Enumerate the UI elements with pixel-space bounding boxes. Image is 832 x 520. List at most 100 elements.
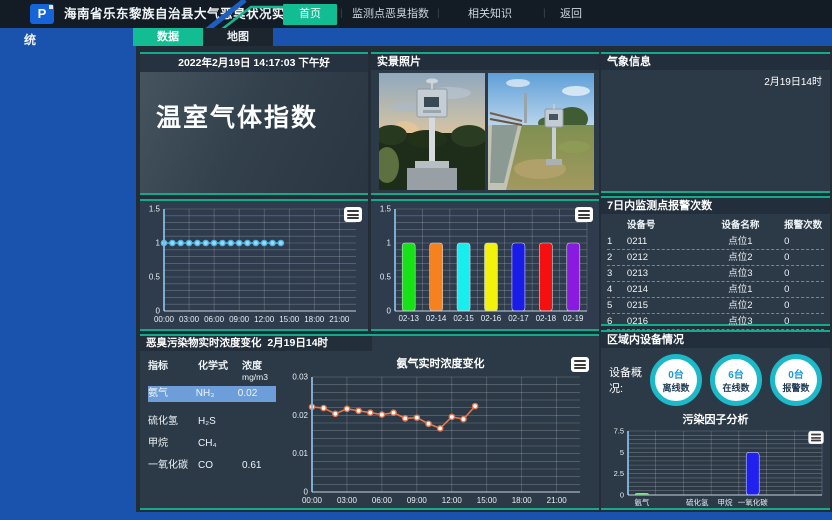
chart-toolbox-icon[interactable] (575, 207, 593, 222)
device-stats-row: 设备概况: 0台 离线数 6台 在线数 0台 报警数 (601, 348, 830, 412)
svg-text:2.5: 2.5 (614, 469, 624, 478)
svg-text:氨气: 氨气 (634, 497, 649, 506)
svg-text:06:00: 06:00 (204, 315, 225, 324)
odor-table: 指标 化学式 浓度mg/m3 氨气 NH₃ 0.02 硫化氢 H₂S 甲烷 CH… (140, 351, 282, 508)
alarm-table-header: 设备号 设备名称 报警次数 (607, 218, 824, 234)
stat-count: 0台 (788, 366, 804, 381)
nh3-chart-title: 氨气实时浓度变化 (282, 355, 599, 371)
svg-text:00:00: 00:00 (154, 315, 175, 324)
devices-panel-title: 区域内设备情况 (601, 332, 830, 348)
odor-panel: 恶臭污染物实时浓度变化 2月19日14时 指标 化学式 浓度mg/m3 氨气 N… (140, 334, 599, 510)
nav-item-home[interactable]: 首页 (283, 4, 337, 25)
svg-text:15:00: 15:00 (477, 496, 498, 505)
svg-text:0: 0 (620, 491, 624, 500)
stat-count: 6台 (728, 366, 744, 381)
alarm-panel: 7日内监测点报警次数 设备号 设备名称 报警次数 1 0211 点位1 0 2 … (601, 196, 830, 326)
chart-toolbox-icon[interactable] (344, 207, 362, 222)
index-line-chart-panel: 00.511.500:0003:0006:0009:0012:0015:0018… (140, 199, 368, 331)
tab-map[interactable]: 地图 (203, 28, 273, 46)
odor-table-row[interactable]: 硫化氢 H₂S (148, 414, 282, 430)
daily-bar-chart-panel: 00.511.502-1302-1402-1502-1602-1702-1802… (371, 199, 599, 331)
odor-chart-area: 氨气实时浓度变化 00.010.020.0300:0003:0006:0009:… (282, 351, 599, 508)
device-overview-label: 设备概况: (609, 364, 650, 396)
index-line-chart: 00.511.500:0003:0006:0009:0012:0015:0018… (140, 201, 366, 327)
stat-label: 离线数 (662, 381, 689, 394)
tab-data[interactable]: 数据 (133, 28, 203, 46)
svg-text:02-14: 02-14 (426, 314, 447, 323)
svg-text:18:00: 18:00 (512, 496, 533, 505)
current-datetime: 2022年2月19日 14:17:03 下午好 (140, 54, 368, 72)
svg-text:甲烷: 甲烷 (718, 497, 733, 506)
alarm-table-row: 5 0215 点位2 0 (607, 298, 824, 314)
top-header: P 海南省乐东黎族自治县大气恶臭状况实时发布系 首页 | 监测点恶臭指数 | 相… (0, 0, 832, 28)
svg-text:02-17: 02-17 (508, 314, 529, 323)
svg-text:0.01: 0.01 (292, 449, 308, 458)
svg-text:1: 1 (156, 239, 161, 248)
alarm-panel-title: 7日内监测点报警次数 (601, 198, 830, 214)
svg-text:02-16: 02-16 (481, 314, 502, 323)
svg-text:02-13: 02-13 (398, 314, 419, 323)
site-photo-2 (488, 73, 594, 190)
app-logo-icon: P (30, 4, 54, 24)
alarm-table: 设备号 设备名称 报警次数 1 0211 点位1 0 2 0212 点位2 0 … (601, 214, 830, 330)
svg-text:1.5: 1.5 (380, 205, 392, 214)
nav-separator: | (340, 0, 343, 28)
alarm-table-row: 4 0214 点位1 0 (607, 282, 824, 298)
weather-panel: 气象信息 2月19日14时 (601, 52, 830, 193)
chart-toolbox-icon[interactable] (808, 431, 823, 444)
svg-text:02-18: 02-18 (536, 314, 557, 323)
svg-text:06:00: 06:00 (372, 496, 393, 505)
svg-text:1: 1 (387, 239, 392, 248)
alarm-table-row: 3 0213 点位3 0 (607, 266, 824, 282)
svg-text:21:00: 21:00 (329, 315, 350, 324)
svg-text:12:00: 12:00 (442, 496, 463, 505)
svg-text:09:00: 09:00 (229, 315, 250, 324)
weather-panel-title: 气象信息 (601, 54, 830, 70)
factor-chart-title: 污染因子分析 (601, 412, 830, 428)
photos-panel: 实景照片 (371, 52, 599, 195)
stat-count: 0台 (668, 366, 684, 381)
odor-panel-title: 恶臭污染物实时浓度变化 2月19日14时 (140, 336, 372, 351)
nav-item-knowledge[interactable]: 相关知识 (468, 0, 512, 28)
svg-text:5: 5 (620, 448, 624, 457)
svg-text:02-19: 02-19 (563, 314, 584, 323)
device-stat-circle: 6台 在线数 (710, 354, 762, 406)
stat-label: 在线数 (722, 381, 749, 394)
photos-panel-title: 实景照片 (371, 54, 599, 70)
odor-table-header: 指标 化学式 浓度mg/m3 (148, 357, 282, 382)
svg-text:18:00: 18:00 (304, 315, 325, 324)
odor-table-row[interactable]: 一氧化碳 CO 0.61 (148, 458, 282, 474)
svg-text:1.5: 1.5 (149, 205, 161, 214)
devices-panel: 区域内设备情况 设备概况: 0台 离线数 6台 在线数 0台 报警数 污染因子分… (601, 330, 830, 510)
welcome-body: 温室气体指数 (140, 72, 368, 193)
svg-text:7.5: 7.5 (614, 428, 624, 436)
daily-bar-chart: 00.511.502-1302-1402-1502-1602-1702-1802… (371, 201, 597, 327)
svg-text:09:00: 09:00 (407, 496, 428, 505)
odor-table-row[interactable]: 氨气 NH₃ 0.02 (148, 386, 276, 402)
svg-text:0.02: 0.02 (292, 411, 308, 420)
header-diagonal-decoration (205, 0, 285, 28)
app-title-overflow: 统 (24, 31, 36, 48)
welcome-panel: 2022年2月19日 14:17:03 下午好 温室气体指数 (140, 52, 368, 195)
svg-text:0.5: 0.5 (380, 273, 392, 282)
site-photo-1 (379, 73, 485, 190)
content-area: 2022年2月19日 14:17:03 下午好 温室气体指数 实景照片 (136, 46, 832, 512)
nav-item-back[interactable]: 返回 (560, 0, 582, 28)
odor-table-row[interactable]: 甲烷 CH₄ (148, 436, 282, 452)
page-headline: 温室气体指数 (140, 72, 368, 134)
device-stat-circle: 0台 离线数 (650, 354, 702, 406)
nav-separator: | (543, 0, 546, 28)
nh3-line-chart: 00.010.020.0300:0003:0006:0009:0012:0015… (282, 371, 596, 508)
odor-timestamp: 2月19日14时 (267, 337, 328, 349)
svg-text:15:00: 15:00 (279, 315, 300, 324)
device-stat-circle: 0台 报警数 (770, 354, 822, 406)
stat-label: 报警数 (782, 381, 809, 394)
svg-text:0.5: 0.5 (149, 273, 161, 282)
alarm-table-row: 1 0211 点位1 0 (607, 234, 824, 250)
nav-item-odor-index[interactable]: 监测点恶臭指数 (352, 0, 429, 28)
weather-timestamp: 2月19日14时 (764, 73, 822, 88)
alarm-table-row: 6 0216 点位3 0 (607, 314, 824, 330)
svg-text:03:00: 03:00 (337, 496, 358, 505)
chart-toolbox-icon[interactable] (571, 357, 589, 372)
dashboard-root: P 海南省乐东黎族自治县大气恶臭状况实时发布系 首页 | 监测点恶臭指数 | 相… (0, 0, 832, 520)
